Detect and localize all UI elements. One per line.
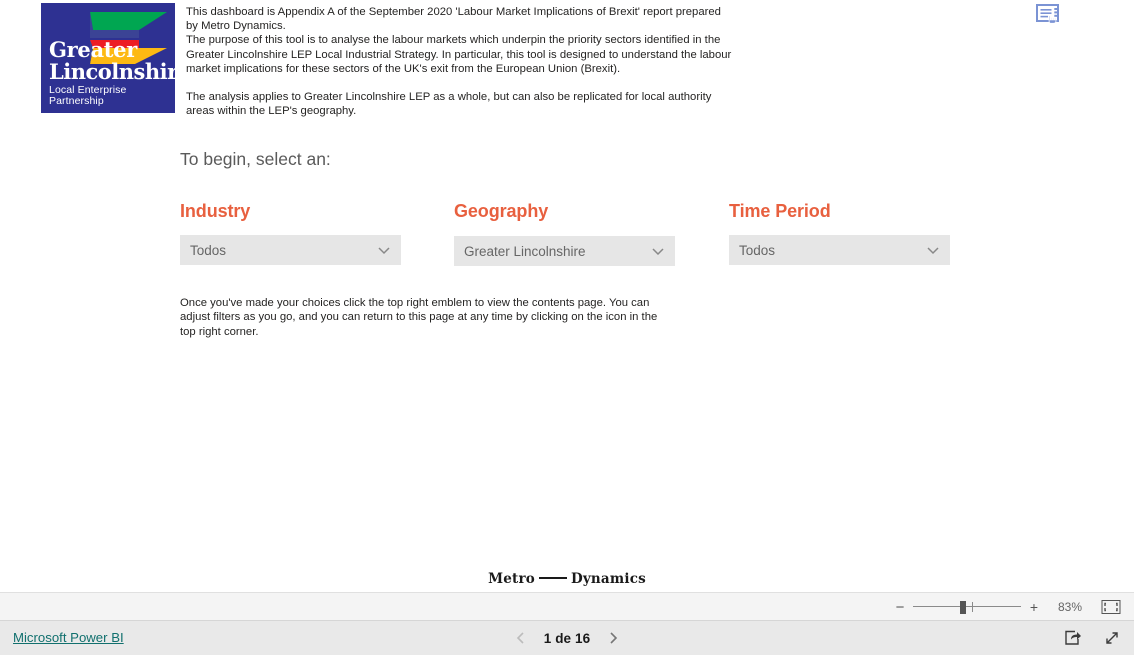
wordmark-metro: Metro	[488, 571, 535, 587]
slicer-industry[interactable]: Todos	[180, 235, 401, 265]
chevron-right-icon	[610, 632, 618, 644]
begin-prompt-label: To begin, select an:	[180, 149, 331, 169]
next-page-button[interactable]	[604, 629, 622, 647]
zoom-percent-label: 83%	[1057, 600, 1083, 614]
slicer-time-period[interactable]: Todos	[729, 235, 950, 265]
chevron-down-glyph	[927, 247, 939, 255]
fullscreen-icon	[1106, 632, 1118, 644]
intro-paragraph-2: The purpose of this tool is to analyse t…	[186, 34, 732, 75]
chevron-down-icon	[922, 239, 944, 261]
zoom-slider-track	[913, 606, 1021, 607]
metro-dynamics-wordmark: Metro Dynamics	[0, 571, 1134, 587]
logo-line-greater: Greater	[49, 37, 137, 62]
chevron-down-glyph	[652, 248, 664, 256]
wordmark-rule	[538, 577, 567, 579]
chevron-down-icon	[647, 240, 669, 262]
fullscreen-button[interactable]	[1102, 628, 1122, 648]
report-canvas: Greater Lincolnshire Local Enterprise Pa…	[0, 0, 1134, 592]
share-icon	[1065, 630, 1081, 645]
fit-to-page-icon	[1101, 600, 1121, 614]
zoom-slider[interactable]	[913, 599, 1021, 615]
fit-to-page-button[interactable]	[1100, 598, 1122, 616]
chevron-left-icon	[516, 632, 524, 644]
zoom-toolbar: − + 83%	[0, 592, 1134, 621]
footnote-text: Once you've made your choices click the …	[180, 297, 658, 338]
selector-heading-industry: Industry	[180, 201, 251, 221]
selector-heading-time-period: Time Period	[729, 201, 831, 221]
slicer-value-industry: Todos	[190, 242, 227, 258]
zoom-out-button[interactable]: −	[892, 599, 908, 615]
status-bar: Microsoft Power BI 1 de 16	[0, 621, 1134, 655]
zoom-slider-thumb[interactable]	[960, 601, 966, 614]
page-indicator-label: 1 de 16	[543, 630, 591, 646]
intro-text-block: This dashboard is Appendix A of the Sept…	[186, 5, 734, 118]
zoom-in-button[interactable]: +	[1026, 599, 1042, 615]
zoom-slider-tick	[972, 602, 973, 612]
selector-group-industry: Industry Todos	[180, 200, 410, 265]
greater-lincolnshire-lep-logo: Greater Lincolnshire Local Enterprise Pa…	[41, 3, 175, 113]
contents-page-icon[interactable]	[1036, 3, 1062, 27]
logo-wordmark: Greater Lincolnshire Local Enterprise Pa…	[49, 37, 175, 107]
chevron-down-icon	[373, 239, 395, 261]
page-navigation: 1 de 16	[0, 621, 1134, 655]
logo-line-lincolnshire: Lincolnshire	[49, 59, 175, 84]
slicer-geography[interactable]: Greater Lincolnshire	[454, 236, 675, 266]
intro-paragraph-1: This dashboard is Appendix A of the Sept…	[186, 6, 721, 33]
zoom-controls: − + 83%	[892, 593, 1122, 621]
selector-group-geography: Geography Greater Lincolnshire	[454, 200, 684, 266]
selector-heading-geography: Geography	[454, 201, 549, 221]
contents-page-glyph	[1036, 4, 1059, 24]
slicer-value-geography: Greater Lincolnshire	[464, 243, 586, 259]
intro-spacer	[186, 76, 734, 90]
status-bar-actions	[1062, 621, 1122, 655]
selector-group-time-period: Time Period Todos	[729, 200, 959, 265]
intro-paragraph-3: The analysis applies to Greater Lincolns…	[186, 91, 712, 118]
slicer-value-time-period: Todos	[739, 242, 776, 258]
wordmark-dynamics: Dynamics	[570, 571, 646, 587]
logo-line-lep: Local Enterprise Partnership	[49, 84, 127, 107]
share-button[interactable]	[1062, 628, 1082, 648]
previous-page-button[interactable]	[512, 629, 530, 647]
chevron-down-glyph	[378, 247, 390, 255]
